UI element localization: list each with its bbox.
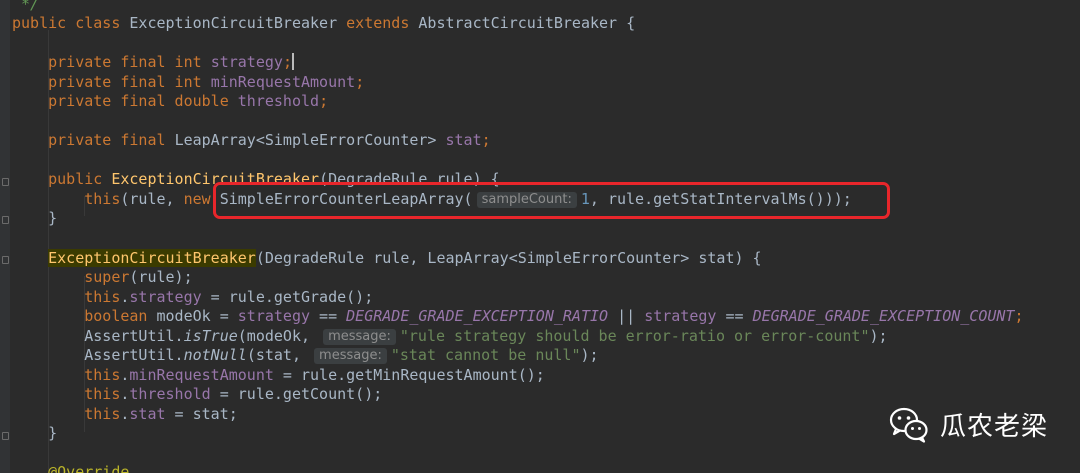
parameter-hint: message:: [314, 348, 387, 364]
code-line: public class ExceptionCircuitBreaker ext…: [12, 14, 636, 32]
editor-gutter: [0, 0, 10, 473]
code-line: AssertUtil.notNull(stat, message: "stat c…: [84, 346, 599, 364]
watermark: 瓜农老梁: [888, 400, 1048, 448]
fold-marker-icon[interactable]: [2, 432, 9, 440]
code-line: ExceptionCircuitBreaker(DegradeRule rule…: [48, 249, 762, 267]
code-line: this.minRequestAmount = rule.getMinReque…: [84, 366, 545, 384]
code-line: @Override: [48, 463, 130, 473]
parameter-hint: message:: [323, 329, 396, 345]
fold-marker-icon[interactable]: [2, 256, 9, 264]
highlight-box: [213, 182, 890, 219]
code-line: }: [48, 424, 58, 442]
code-editor[interactable]: */ public class ExceptionCircuitBreaker …: [0, 0, 1080, 473]
code-line: }: [48, 209, 58, 227]
code-line: super(rule);: [84, 268, 193, 286]
code-line: */: [12, 0, 40, 13]
code-line: this.threshold = rule.getCount();: [84, 385, 383, 403]
code-line: private final LeapArray<SimpleErrorCount…: [48, 131, 491, 149]
fold-marker-icon[interactable]: [2, 216, 9, 224]
code-line: AssertUtil.isTrue(modeOk, message: "rule …: [84, 327, 888, 345]
text-caret: [291, 53, 294, 70]
code-line: private final int strategy;: [48, 53, 294, 71]
wechat-icon: [889, 407, 928, 443]
code-line: this.stat = stat;: [84, 405, 238, 423]
code-line: private final int minRequestAmount;: [48, 73, 365, 91]
watermark-text: 瓜农老梁: [940, 411, 1049, 442]
code-line: boolean modeOk = strategy == DEGRADE_GRA…: [84, 307, 1024, 325]
fold-marker-icon[interactable]: [2, 178, 9, 186]
code-line: this.strategy = rule.getGrade();: [84, 288, 374, 306]
code-line: private final double threshold;: [48, 92, 329, 110]
